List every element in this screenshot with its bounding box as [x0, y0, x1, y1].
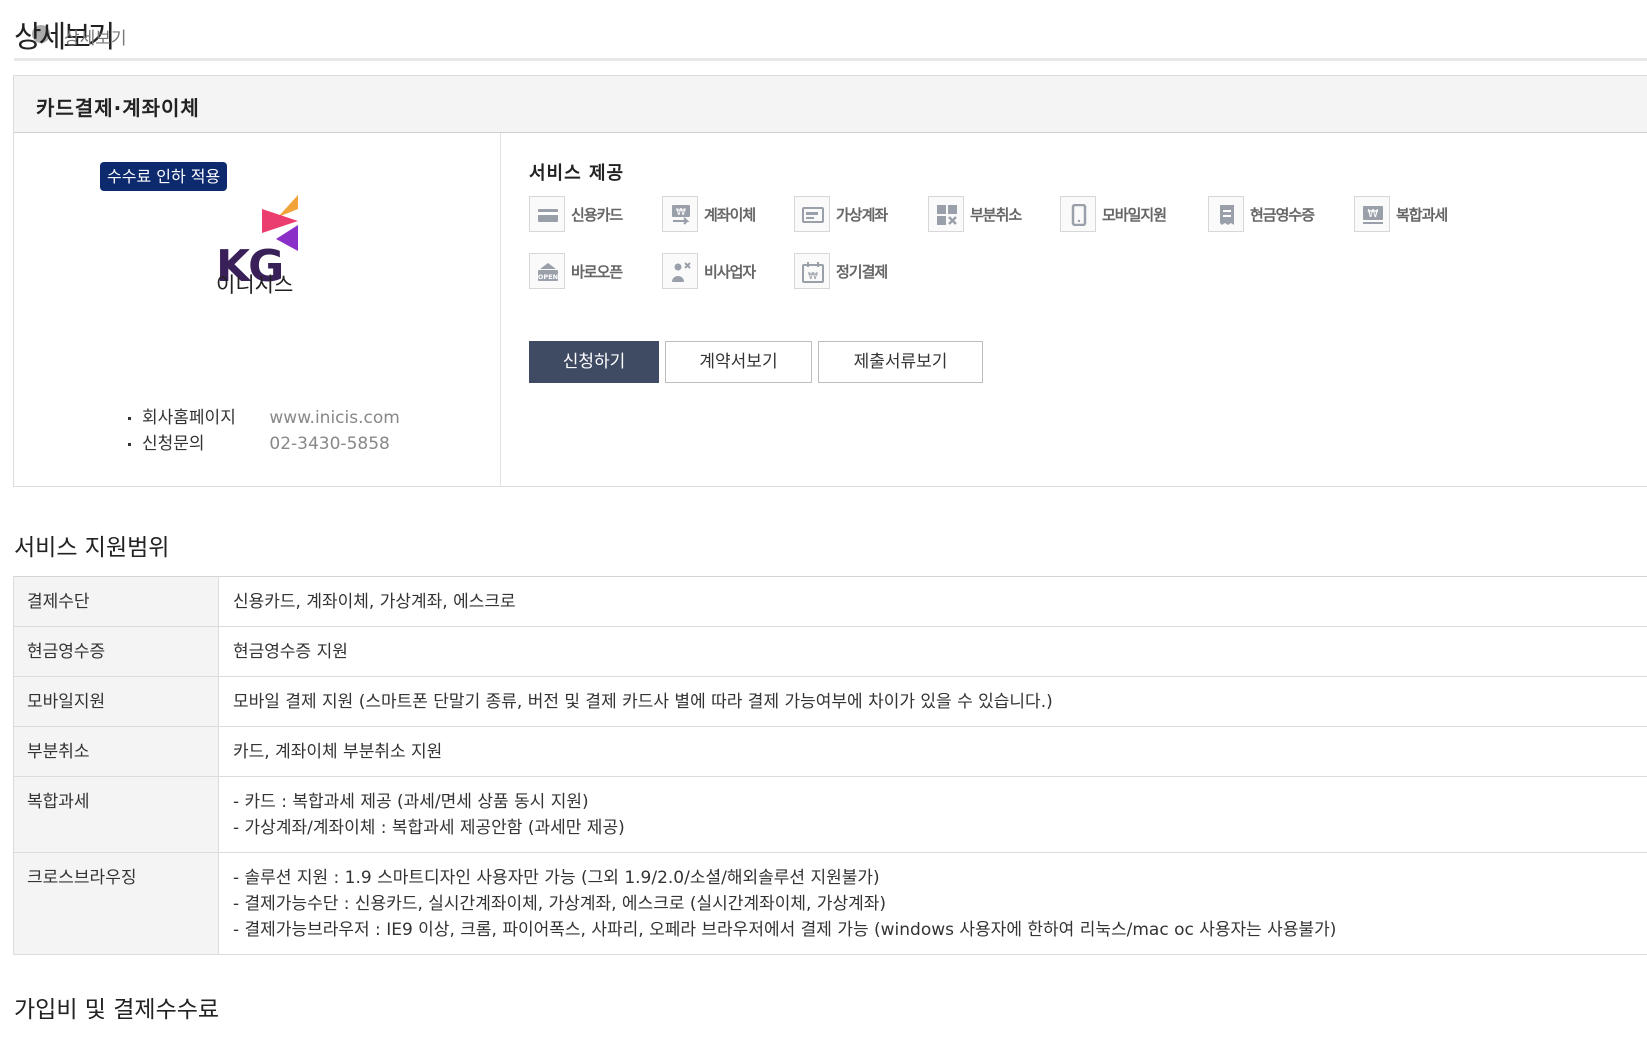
fee-discount-badge: 수수료 인하 적용: [100, 162, 228, 191]
info-label: 신청문의: [142, 434, 205, 454]
svg-text:₩: ₩: [808, 271, 818, 282]
info-item-homepage: 회사홈페이지 www.inicis.com: [126, 405, 400, 431]
row-value-line: 현금영수증 지원: [233, 642, 348, 662]
row-label: 복합과세: [13, 776, 219, 853]
table-row: 크로스브라우징 - 솔루션 지원 : 1.9 스마트디자인 사용자만 가능 (그외…: [13, 852, 1647, 955]
table-row: 현금영수증 현금영수증 지원: [13, 626, 1647, 677]
support-range-title: 서비스 지원범위: [14, 535, 170, 561]
non-business-icon: [662, 253, 698, 289]
row-label: 크로스브라우징: [13, 852, 219, 955]
open-icon-text: OPEN: [538, 273, 558, 281]
row-value-line: - 가상계좌/계좌이체 : 복합과세 제공안함 (과세만 제공): [233, 818, 625, 838]
mobile-icon: [1060, 196, 1096, 232]
page-title-overlay: 상세보기: [64, 29, 127, 49]
apply-button[interactable]: 신청하기: [529, 341, 659, 383]
row-value-line: 카드, 계좌이체 부분취소 지원: [233, 742, 443, 762]
view-contract-button[interactable]: 계약서보기: [665, 341, 812, 383]
table-row: 결제수단 신용카드, 계좌이체, 가상계좌, 에스크로: [13, 576, 1647, 627]
info-label: 회사홈페이지: [142, 408, 236, 428]
row-value-line: - 결제가능수단 : 신용카드, 실시간계좌이체, 가상계좌, 에스크로 (실시…: [233, 894, 887, 914]
row-value: 모바일 결제 지원 (스마트폰 단말기 종류, 버전 및 결제 카드사 별에 따…: [218, 676, 1647, 727]
row-value: 신용카드, 계좌이체, 가상계좌, 에스크로: [218, 576, 1647, 627]
service-label: 복합과세: [1396, 206, 1448, 224]
company-info-list: 회사홈페이지 www.inicis.com 신청문의 02-3430-5858: [126, 405, 400, 457]
row-value-line: - 카드 : 복합과세 제공 (과세/면세 상품 동시 지원): [233, 792, 589, 812]
contact-phone: 02-3430-5858: [269, 434, 390, 454]
company-card: 카드결제·계좌이체 수수료 인하 적용 KG 이니시스 회사홈페이지 www.i…: [13, 75, 1647, 487]
row-label: 모바일지원: [13, 676, 219, 727]
row-label: 부분취소: [13, 726, 219, 777]
view-documents-button[interactable]: 제출서류보기: [818, 341, 983, 383]
svg-text:₩: ₩: [676, 207, 686, 218]
row-label: 결제수단: [13, 576, 219, 627]
company-card-header: 카드결제·계좌이체: [14, 76, 1647, 133]
row-value: - 솔루션 지원 : 1.9 스마트디자인 사용자만 가능 (그외 1.9/2.…: [218, 852, 1647, 955]
row-value-line: - 솔루션 지원 : 1.9 스마트디자인 사용자만 가능 (그외 1.9/2.…: [233, 868, 880, 888]
row-value: 카드, 계좌이체 부분취소 지원: [218, 726, 1647, 777]
company-info-panel: 수수료 인하 적용 KG 이니시스 회사홈페이지 www.inicis.com …: [14, 133, 501, 487]
credit-card-icon: [529, 196, 565, 232]
fees-title: 가입비 및 결제수수료: [14, 997, 220, 1023]
company-card-title: 카드결제·계좌이체: [36, 96, 200, 120]
service-label: 비사업자: [704, 263, 756, 281]
service-label: 현금영수증: [1250, 206, 1315, 224]
company-logo: KG 이니시스: [214, 195, 314, 297]
support-range-table: 결제수단 신용카드, 계좌이체, 가상계좌, 에스크로현금영수증 현금영수증 지원모…: [13, 576, 1647, 955]
info-item-contact: 신청문의 02-3430-5858: [126, 431, 400, 457]
service-label: 모바일지원: [1102, 206, 1167, 224]
logo-company-name: 이니시스: [216, 273, 294, 297]
row-value-line: - 결제가능브라우저 : IE9 이상, 크롬, 파이어폭스, 사파리, 오페라…: [233, 920, 1337, 940]
table-row: 복합과세 - 카드 : 복합과세 제공 (과세/면세 상품 동시 지원) - 가상계…: [13, 776, 1647, 853]
service-label: 바로오픈: [571, 263, 623, 281]
service-label: 정기결제: [836, 263, 888, 281]
svg-text:₩: ₩: [1368, 207, 1379, 220]
services-title: 서비스 제공: [529, 163, 625, 184]
virtual-account-icon: [794, 196, 830, 232]
title-divider: [14, 58, 1647, 61]
row-value-line: 모바일 결제 지원 (스마트폰 단말기 종류, 버전 및 결제 카드사 별에 따…: [233, 692, 1053, 712]
service-label: 신용카드: [571, 206, 623, 224]
bank-transfer-icon: ₩: [662, 196, 698, 232]
row-value-line: 신용카드, 계좌이체, 가상계좌, 에스크로: [233, 592, 516, 612]
homepage-link[interactable]: www.inicis.com: [269, 408, 399, 428]
row-value: 현금영수증 지원: [218, 626, 1647, 677]
open-icon: OPEN: [529, 253, 565, 289]
row-label: 현금영수증: [13, 626, 219, 677]
partial-cancel-icon: [928, 196, 964, 232]
cash-receipt-icon: [1208, 196, 1244, 232]
service-label: 가상계좌: [836, 206, 888, 224]
table-row: 모바일지원 모바일 결제 지원 (스마트폰 단말기 종류, 버전 및 결제 카드사…: [13, 676, 1647, 727]
combined-tax-icon: ₩: [1354, 196, 1390, 232]
service-label: 계좌이체: [704, 206, 756, 224]
service-label: 부분취소: [970, 206, 1022, 224]
table-row: 부분취소 카드, 계좌이체 부분취소 지원: [13, 726, 1647, 777]
row-value: - 카드 : 복합과세 제공 (과세/면세 상품 동시 지원) - 가상계좌/계좌…: [218, 776, 1647, 853]
recurring-payment-icon: ₩: [794, 253, 830, 289]
